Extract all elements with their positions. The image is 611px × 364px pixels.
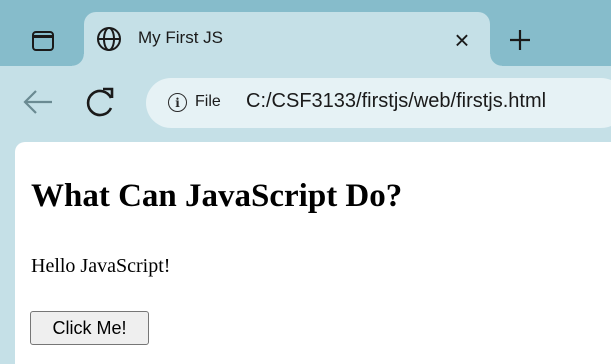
back-arrow-icon[interactable]	[20, 84, 56, 120]
plus-icon	[510, 30, 530, 50]
close-tab-icon[interactable]: ×	[448, 26, 476, 54]
url-text[interactable]: C:/CSF3133/firstjs/web/firstjs.html	[246, 90, 546, 113]
tab-actions-icon	[32, 31, 54, 51]
tab-title: My First JS	[138, 28, 223, 47]
address-bar[interactable]: i File C:/CSF3133/firstjs/web/firstjs.ht…	[146, 78, 611, 128]
tab-strip: My First JS ×	[0, 0, 611, 66]
reload-icon[interactable]	[82, 83, 118, 121]
page-viewport: What Can JavaScript Do? Hello JavaScript…	[15, 142, 611, 364]
page-heading: What Can JavaScript Do?	[31, 178, 403, 214]
new-tab-button[interactable]	[503, 23, 537, 57]
file-chip-label[interactable]: File	[195, 93, 221, 111]
tab-actions-button[interactable]	[22, 20, 64, 62]
browser-window: My First JS × i File C:/CSF3133/firstjs/…	[0, 0, 611, 364]
click-me-button[interactable]: Click Me!	[30, 311, 149, 345]
demo-text: Hello JavaScript!	[31, 255, 171, 277]
info-icon[interactable]: i	[168, 93, 187, 112]
globe-icon	[97, 27, 121, 51]
toolbar: i File C:/CSF3133/firstjs/web/firstjs.ht…	[0, 66, 611, 144]
tab-active[interactable]: My First JS ×	[72, 12, 502, 66]
